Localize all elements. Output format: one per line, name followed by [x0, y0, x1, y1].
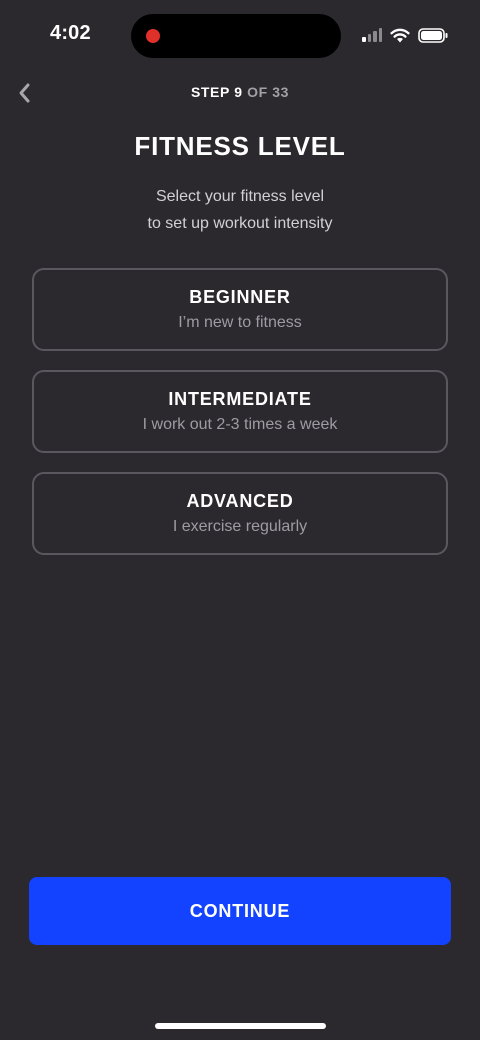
battery-icon	[418, 27, 448, 43]
option-title: BEGINNER	[189, 287, 291, 307]
onboarding-screen: 4:02 STEP 9 OF 33 FITNESS LEVEL Select y…	[0, 0, 480, 1040]
recording-indicator-icon	[146, 29, 160, 43]
subtitle-line-1: Select your fitness level	[155, 188, 325, 205]
cellular-signal-icon	[362, 28, 382, 42]
home-indicator[interactable]	[155, 1023, 326, 1029]
option-description: I exercise regularly	[172, 518, 308, 535]
fitness-level-options: BEGINNER I’m new to fitness INTERMEDIATE…	[32, 268, 448, 574]
wifi-icon	[390, 28, 410, 43]
step-of-label: OF	[247, 84, 268, 100]
page-subtitle: Select your fitness level to set up work…	[0, 183, 480, 237]
step-prefix: STEP	[190, 84, 230, 100]
option-beginner[interactable]: BEGINNER I’m new to fitness	[32, 268, 448, 351]
option-title: ADVANCED	[186, 491, 294, 511]
dynamic-island	[131, 14, 341, 58]
continue-button[interactable]: CONTINUE	[29, 877, 451, 945]
option-title: INTERMEDIATE	[168, 389, 312, 409]
status-time: 4:02	[50, 22, 91, 44]
option-description: I’m new to fitness	[178, 314, 302, 331]
step-indicator: STEP 9 OF 33	[0, 84, 480, 100]
option-description: I work out 2-3 times a week	[142, 416, 338, 433]
page-title: FITNESS LEVEL	[134, 131, 346, 161]
step-total: 33	[272, 84, 290, 100]
step-current: 9	[234, 84, 243, 100]
subtitle-line-2: to set up workout intensity	[147, 215, 333, 232]
status-icons	[362, 24, 448, 46]
option-advanced[interactable]: ADVANCED I exercise regularly	[32, 472, 448, 555]
option-intermediate[interactable]: INTERMEDIATE I work out 2-3 times a week	[32, 370, 448, 453]
